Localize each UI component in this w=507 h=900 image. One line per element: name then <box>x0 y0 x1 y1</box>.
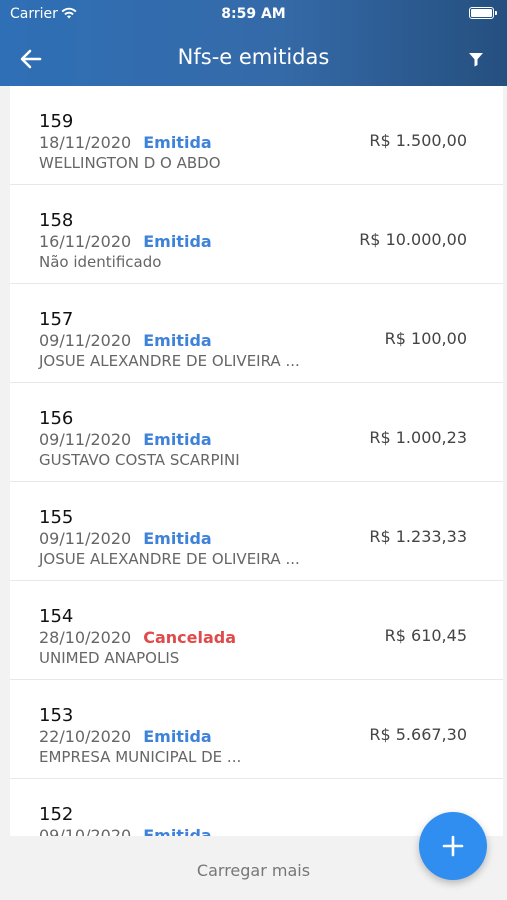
invoice-number: 159 <box>39 111 74 132</box>
list-item[interactable]: 157 09/11/2020 Emitida JOSUE ALEXANDRE DE… <box>10 284 503 383</box>
nav-bar: Nfs-e emitidas <box>0 30 507 86</box>
invoice-number: 152 <box>39 804 74 825</box>
client-name: JOSUE ALEXANDRE DE OLIVEIRA ... <box>39 352 300 370</box>
list-item[interactable]: 153 22/10/2020 Emitida EMPRESA MUNICIPAL … <box>10 680 503 779</box>
page-title: Nfs-e emitidas <box>177 45 330 69</box>
client-name: EMPRESA MUNICIPAL DE ... <box>39 748 242 766</box>
invoice-date: 09/11/2020 <box>39 529 132 548</box>
invoice-date: 18/11/2020 <box>39 133 132 152</box>
client-name: GUSTAVO COSTA SCARPINI <box>39 451 240 469</box>
app-header: Carrier 8:59 AM Nfs-e emitidas <box>0 0 507 86</box>
invoice-amount: R$ 1.000,23 <box>369 428 467 447</box>
invoice-number: 153 <box>39 705 74 726</box>
status-bar: Carrier 8:59 AM <box>0 0 507 28</box>
clock: 8:59 AM <box>221 6 286 22</box>
client-name: WELLINGTON D O ABDO <box>39 154 221 172</box>
invoice-date-line: 09/11/2020 Emitida <box>39 529 212 548</box>
invoice-date-line: 18/11/2020 Emitida <box>39 133 212 152</box>
list-item[interactable]: 158 16/11/2020 Emitida Não identificado R… <box>10 185 503 284</box>
invoice-date-line: 28/10/2020 Cancelada <box>39 628 236 647</box>
filter-button[interactable] <box>461 44 491 74</box>
invoice-date: 16/11/2020 <box>39 232 132 251</box>
invoice-number: 155 <box>39 507 74 528</box>
status-label: Emitida <box>143 430 212 449</box>
battery-icon <box>469 7 497 19</box>
invoice-date: 28/10/2020 <box>39 628 132 647</box>
invoice-amount: R$ 10.000,00 <box>359 230 467 249</box>
invoice-date: 09/10/2020 <box>39 826 132 836</box>
invoice-date-line: 22/10/2020 Emitida <box>39 727 212 746</box>
plus-icon <box>442 835 464 857</box>
invoice-date-line: 09/11/2020 Emitida <box>39 430 212 449</box>
list-item[interactable]: 159 18/11/2020 Emitida WELLINGTON D O ABD… <box>10 86 503 185</box>
invoice-number: 156 <box>39 408 74 429</box>
invoice-amount: R$ 1.500,00 <box>369 131 467 150</box>
invoice-date: 09/11/2020 <box>39 430 132 449</box>
status-label: Emitida <box>143 727 212 746</box>
client-name: UNIMED ANAPOLIS <box>39 649 180 667</box>
invoice-number: 154 <box>39 606 74 627</box>
invoice-amount: R$ 610,45 <box>384 626 467 645</box>
invoice-date-line: 09/10/2020 Emitida <box>39 826 212 836</box>
invoice-list: 159 18/11/2020 Emitida WELLINGTON D O ABD… <box>10 86 503 836</box>
status-label: Cancelada <box>143 628 237 647</box>
invoice-amount: R$ 1.233,33 <box>369 527 467 546</box>
invoice-number: 157 <box>39 309 74 330</box>
status-label: Emitida <box>143 826 212 836</box>
status-label: Emitida <box>143 232 212 251</box>
status-label: Emitida <box>143 529 212 548</box>
add-invoice-button[interactable] <box>419 812 487 880</box>
client-name: Não identificado <box>39 253 162 271</box>
invoice-number: 158 <box>39 210 74 231</box>
invoice-date: 09/11/2020 <box>39 331 132 350</box>
invoice-date: 22/10/2020 <box>39 727 132 746</box>
client-name: JOSUE ALEXANDRE DE OLIVEIRA ... <box>39 550 300 568</box>
invoice-amount: R$ 100,00 <box>384 329 467 348</box>
invoice-amount: R$ 5.667,30 <box>369 725 467 744</box>
list-item[interactable]: 156 09/11/2020 Emitida GUSTAVO COSTA SCAR… <box>10 383 503 482</box>
invoice-date-line: 09/11/2020 Emitida <box>39 331 212 350</box>
invoice-date-line: 16/11/2020 Emitida <box>39 232 212 251</box>
list-item[interactable]: 154 28/10/2020 Cancelada UNIMED ANAPOLIS … <box>10 581 503 680</box>
status-label: Emitida <box>143 133 212 152</box>
filter-icon <box>469 53 483 67</box>
status-label: Emitida <box>143 331 212 350</box>
list-item[interactable]: 155 09/11/2020 Emitida JOSUE ALEXANDRE DE… <box>10 482 503 581</box>
